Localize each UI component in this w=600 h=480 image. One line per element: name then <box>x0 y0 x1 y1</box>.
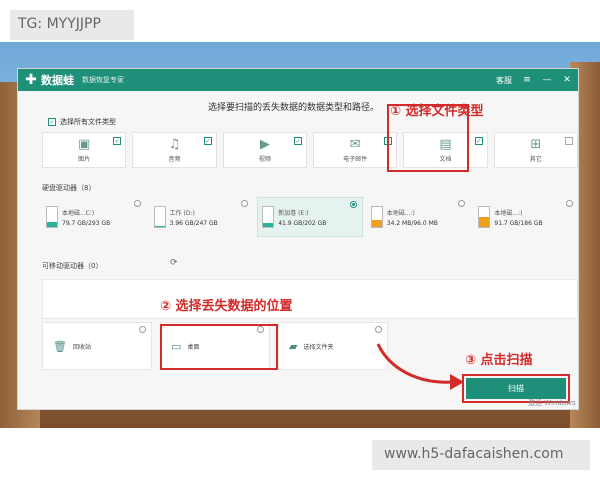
select-all-checkbox-icon[interactable]: ✓ <box>48 118 56 126</box>
drive-item[interactable]: 本地磁...:) 91.7 GB/186 GB <box>474 197 578 237</box>
arrow-icon <box>376 343 464 390</box>
location-label: 选择文件夹 <box>303 343 334 351</box>
drive-item[interactable]: 本地磁...C:) 79.7 GB/293 GB <box>42 197 146 237</box>
drive-icon <box>262 206 275 228</box>
file-type-label: 视频 <box>258 155 271 163</box>
hard-drive-list: 本地磁...C:) 79.7 GB/293 GB 工作 (D:) 3.96 GB… <box>42 197 578 237</box>
annotation-step2: ② 选择丢失数据的位置 <box>160 299 293 314</box>
drive-size: 34.2 MB/96.0 MB <box>386 219 438 227</box>
highlight-desktop-location <box>160 324 278 370</box>
scan-button[interactable]: 扫描 <box>466 378 566 399</box>
image-icon: ▣ <box>78 136 91 152</box>
drive-name: 本地磁...C:) <box>62 209 95 217</box>
app-name: 数据蛙 <box>41 74 74 87</box>
drive-icon <box>478 206 491 228</box>
trash-icon: 🗑 <box>53 339 67 353</box>
file-type-grid: ▣ 图片 ✓ ♫ 音频 ✓ ▶ 视频 ✓ ✉ 电子邮件 ✓ ▤ 文档 ✓ ⊞ 其… <box>42 132 578 168</box>
file-type-label: 图片 <box>78 155 91 163</box>
menu-icon[interactable]: ≡ <box>522 75 532 85</box>
radio-icon[interactable] <box>133 200 141 207</box>
drive-item[interactable]: 新加卷 (E:) 41.9 GB/202 GB <box>257 197 363 237</box>
radio-icon[interactable] <box>375 326 382 333</box>
drive-name: 工作 (D:) <box>169 209 195 217</box>
radio-icon[interactable] <box>349 201 357 208</box>
hard-drives-title: 硬盘驱动器（8） <box>42 184 96 192</box>
radio-icon[interactable] <box>458 200 466 207</box>
minimize-icon[interactable]: — <box>542 75 552 85</box>
drive-size: 3.96 GB/247 GB <box>169 219 218 227</box>
close-icon[interactable]: ✕ <box>562 75 572 85</box>
checkbox-icon[interactable] <box>564 137 573 145</box>
app-logo-icon: ✚ <box>25 72 37 88</box>
removable-title: 可移动驱动器（0） <box>42 262 103 270</box>
drive-item[interactable]: 工作 (D:) 3.96 GB/247 GB <box>150 197 254 237</box>
radio-icon[interactable] <box>565 200 573 207</box>
file-type-label: 其它 <box>529 155 542 163</box>
folder-icon: ▰ <box>289 339 298 353</box>
annotation-step1: ① 选择文件类型 <box>390 104 484 119</box>
radio-icon[interactable] <box>241 200 249 207</box>
title-bar: ✚ 数据蛙 数据恢复专家 客服 ≡ — ✕ <box>18 69 578 91</box>
select-all-label: 选择所有文件类型 <box>60 118 116 126</box>
drive-size: 41.9 GB/202 GB <box>278 219 327 227</box>
annotation-step3: ③ 点击扫描 <box>465 353 533 368</box>
location-label: 回收站 <box>72 343 91 351</box>
grid-icon: ⊞ <box>530 136 542 152</box>
checkbox-icon[interactable]: ✓ <box>203 137 212 145</box>
scan-prompt: 选择要扫描的丢失数据的数据类型和路径。 <box>208 103 380 113</box>
file-type-label: 音频 <box>168 155 181 163</box>
checkbox-icon[interactable]: ✓ <box>474 137 483 145</box>
file-type-video[interactable]: ▶ 视频 ✓ <box>222 132 307 168</box>
drive-name: 新加卷 (E:) <box>278 209 309 217</box>
file-type-email[interactable]: ✉ 电子邮件 ✓ <box>312 132 398 168</box>
removable-drive-panel <box>42 279 578 319</box>
title-controls: 客服 ≡ — ✕ <box>496 75 572 86</box>
refresh-icon[interactable]: ⟳ <box>170 258 178 268</box>
checkbox-icon[interactable]: ✓ <box>113 137 122 145</box>
video-icon: ▶ <box>259 136 270 152</box>
drive-name: 本地磁...:) <box>386 209 415 217</box>
radio-icon[interactable] <box>139 326 146 333</box>
bottom-tag: www.h5-dafacaishen.com <box>372 440 590 470</box>
file-type-image[interactable]: ▣ 图片 ✓ <box>42 132 127 168</box>
support-link[interactable]: 客服 <box>496 75 512 86</box>
music-icon: ♫ <box>168 136 181 152</box>
drive-item[interactable]: 本地磁...:) 34.2 MB/96.0 MB <box>367 197 471 237</box>
top-tag: TG: MYYJJPP <box>10 10 134 40</box>
file-type-audio[interactable]: ♫ 音频 ✓ <box>132 132 217 168</box>
drive-icon <box>46 206 58 228</box>
file-type-label: 电子邮件 <box>343 155 368 163</box>
app-subtitle: 数据恢复专家 <box>82 76 124 84</box>
checkbox-icon[interactable]: ✓ <box>293 137 302 145</box>
select-all-types[interactable]: ✓ 选择所有文件类型 <box>48 117 116 127</box>
windows-watermark: 激活 Windows <box>528 399 576 407</box>
drive-size: 79.7 GB/293 GB <box>62 219 111 227</box>
drive-icon <box>370 206 383 228</box>
drive-size: 91.7 GB/186 GB <box>494 219 543 227</box>
location-recycle-bin[interactable]: 🗑 回收站 <box>42 322 152 370</box>
drive-icon <box>153 206 166 228</box>
mail-icon: ✉ <box>349 136 361 152</box>
file-type-other[interactable]: ⊞ 其它 <box>493 132 578 168</box>
drive-name: 本地磁...:) <box>494 209 523 217</box>
